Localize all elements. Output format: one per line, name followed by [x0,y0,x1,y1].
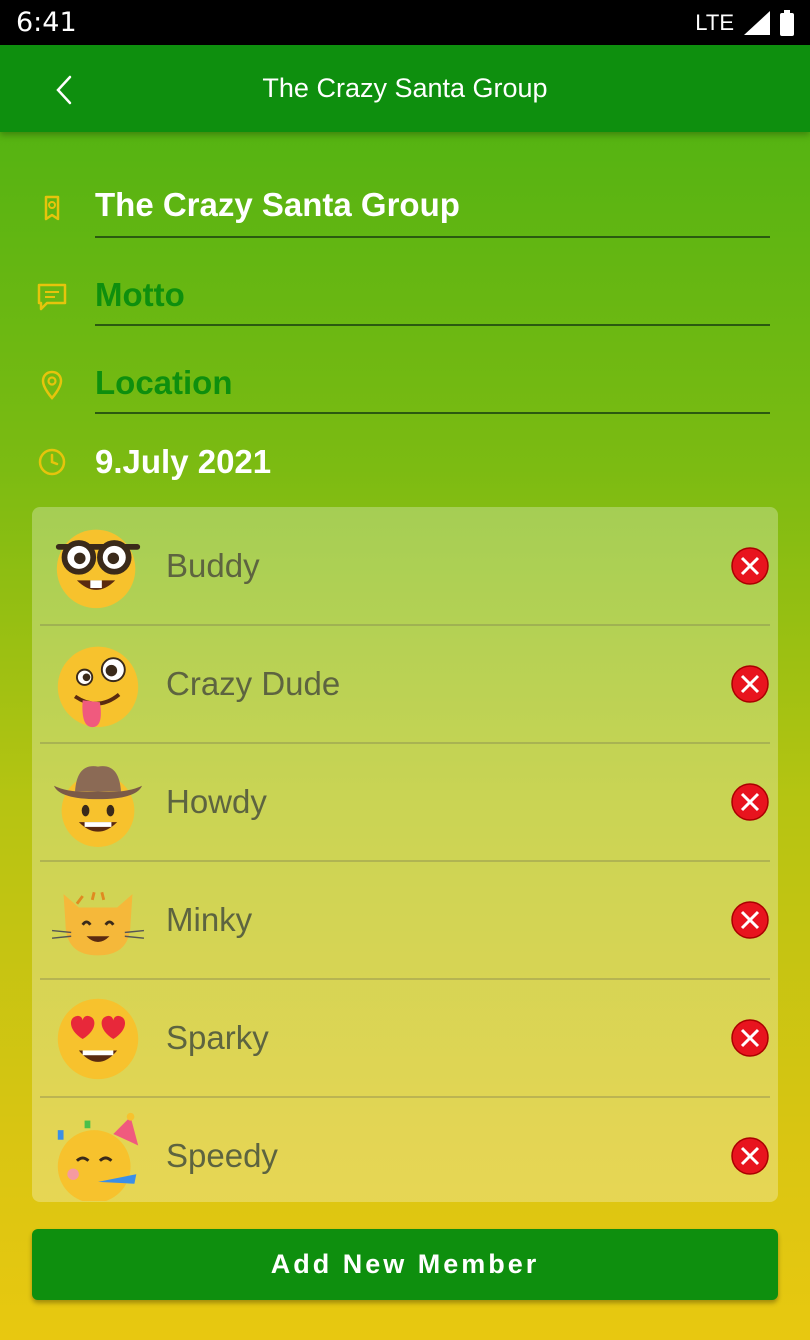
party-face-icon [57,1112,139,1201]
member-name: Crazy Dude [166,665,341,702]
remove-icon[interactable] [730,1018,770,1058]
member-name: Minky [166,901,253,938]
zany-face-icon [57,646,139,728]
badge-icon [44,195,60,221]
remove-icon[interactable] [730,664,770,704]
message-icon [37,283,67,311]
members-list[interactable]: Buddy Crazy Dude Howdy Minky Sparky Spee… [32,507,778,1202]
remove-icon[interactable] [730,782,770,822]
list-item[interactable]: Sparky [40,979,770,1098]
heart-eyes-icon [57,998,139,1080]
group-name-field[interactable]: The Crazy Santa Group [95,186,770,238]
network-type: LTE [695,9,734,35]
motto-field[interactable]: Motto [95,276,770,326]
remove-icon[interactable] [730,1136,770,1176]
app-bar: The Crazy Santa Group [0,45,810,132]
list-item[interactable]: Crazy Dude [40,625,770,744]
group-name-value: The Crazy Santa Group [95,186,460,223]
list-item[interactable]: Minky [40,861,770,980]
back-arrow-icon[interactable] [52,73,78,107]
member-name: Sparky [166,1019,269,1056]
status-time: 6:41 [16,7,77,38]
member-name: Speedy [166,1137,278,1174]
list-item[interactable]: Buddy [40,507,770,626]
member-name: Buddy [166,547,260,584]
add-new-member-button[interactable]: Add New Member [32,1229,778,1300]
list-item[interactable]: Howdy [40,743,770,862]
cowboy-face-icon [53,766,143,847]
signal-icon [744,10,770,35]
member-name: Howdy [166,783,267,820]
battery-icon [780,9,794,36]
cat-face-icon [51,891,145,956]
status-icons: LTE [695,9,794,36]
date-value[interactable]: 9.July 2021 [95,443,271,481]
status-bar: 6:41 LTE [0,0,810,45]
motto-placeholder: Motto [95,276,185,313]
location-field[interactable]: Location [95,364,770,414]
nerd-face-icon [55,529,141,609]
remove-icon[interactable] [730,900,770,940]
remove-icon[interactable] [730,546,770,586]
location-pin-icon [41,370,63,400]
location-placeholder: Location [95,364,233,401]
page-title: The Crazy Santa Group [262,73,548,103]
clock-icon [38,448,66,476]
list-item[interactable]: Speedy [40,1097,770,1202]
